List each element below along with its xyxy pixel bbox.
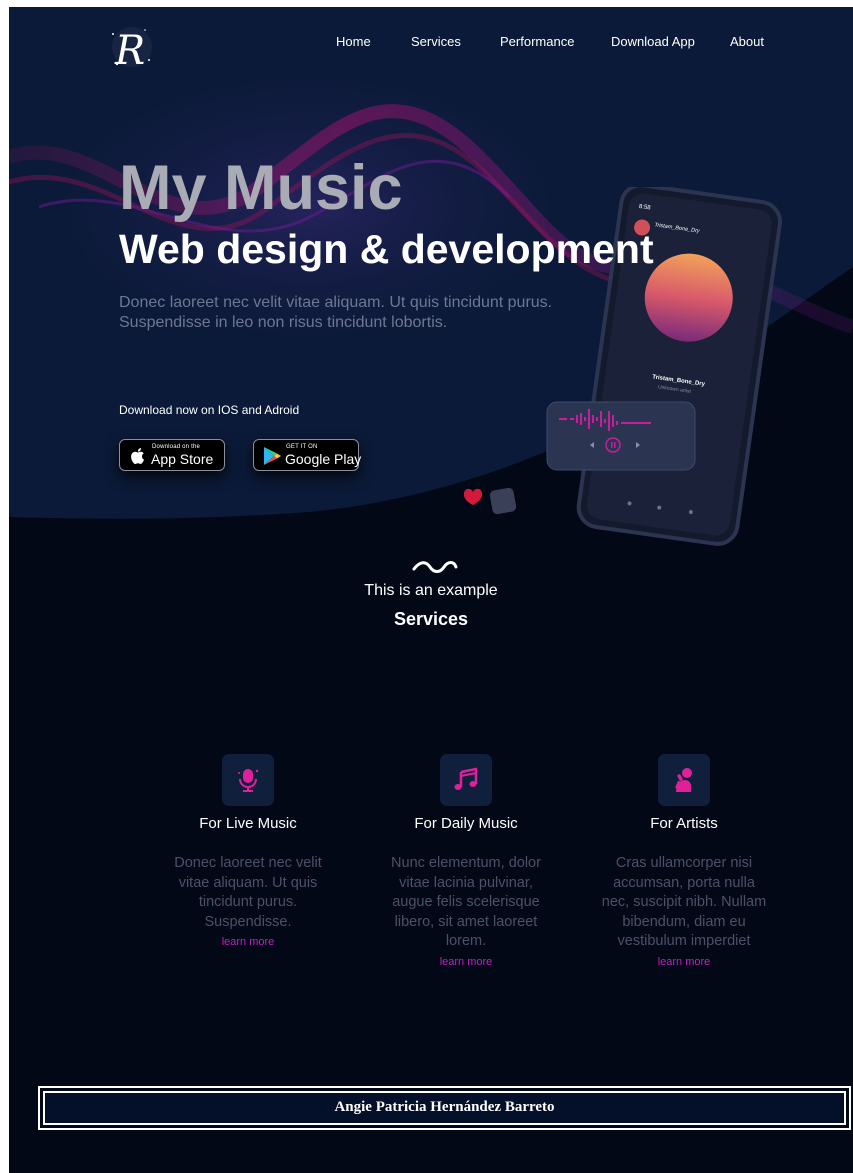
nav-services[interactable]: Services	[411, 34, 461, 49]
logo-letter: R	[114, 28, 145, 74]
service-card-live-music: For Live Music Donec laoreet nec velit v…	[163, 754, 333, 950]
footer: Angie Patricia Hernández Barreto	[38, 1086, 851, 1130]
app-store-button[interactable]: Download on the App Store	[119, 439, 225, 471]
service-card-artists: For Artists Cras ullamcorper nisi accums…	[599, 754, 769, 970]
footer-author-name: Angie Patricia Hernández Barreto	[334, 1099, 555, 1115]
service-title: For Artists	[650, 815, 718, 832]
service-title: For Daily Music	[414, 815, 518, 832]
footer-inner-box: Angie Patricia Hernández Barreto	[43, 1091, 846, 1125]
learn-more-link[interactable]: learn more	[222, 936, 275, 948]
hero-subtitle: Web design & development	[119, 226, 654, 272]
hero-description: Donec laoreet nec velit vitae aliquam. U…	[119, 294, 553, 331]
microphone-icon	[238, 769, 259, 792]
service-description: Cras ullamcorper nisi accumsan, porta nu…	[601, 855, 767, 949]
nav-download-app[interactable]: Download App	[611, 34, 695, 49]
nav-home[interactable]: Home	[336, 34, 371, 49]
services-title: Services	[393, 609, 469, 629]
player-card	[546, 401, 696, 471]
page: R Home Services Performance Download App…	[9, 7, 853, 1173]
service-title: For Live Music	[199, 815, 297, 832]
service-description: Donec laoreet nec velit vitae aliquam. U…	[174, 855, 322, 930]
singer-icon	[675, 768, 692, 792]
services-eyebrow: This is an example	[364, 582, 498, 599]
service-description: Nunc elementum, dolor vitae lacinia pulv…	[391, 855, 541, 949]
nav-performance[interactable]: Performance	[500, 34, 574, 49]
logo[interactable]: R	[105, 20, 159, 74]
nav-about[interactable]: About	[730, 34, 764, 49]
download-label: Download now on IOS and Adroid	[119, 403, 300, 417]
apple-icon	[131, 448, 144, 464]
wave-icon	[412, 561, 458, 573]
google-play-small-label: GET IT ON	[286, 444, 318, 450]
hero-section: R Home Services Performance Download App…	[9, 7, 853, 567]
learn-more-link[interactable]: learn more	[658, 956, 711, 968]
music-note-icon	[454, 767, 478, 790]
app-store-label: App Store	[151, 451, 214, 467]
hero-title: My Music	[119, 153, 403, 223]
google-play-button[interactable]: GET IT ON Google Play	[253, 439, 362, 471]
google-play-label: Google Play	[285, 451, 362, 467]
app-store-small-label: Download on the	[152, 444, 201, 450]
service-card-daily-music: For Daily Music Nunc elementum, dolor vi…	[381, 754, 551, 970]
service-icon-box	[222, 754, 274, 806]
google-play-icon	[264, 447, 281, 465]
service-icon-box	[440, 754, 492, 806]
learn-more-link[interactable]: learn more	[440, 956, 493, 968]
service-icon-box	[658, 754, 710, 806]
